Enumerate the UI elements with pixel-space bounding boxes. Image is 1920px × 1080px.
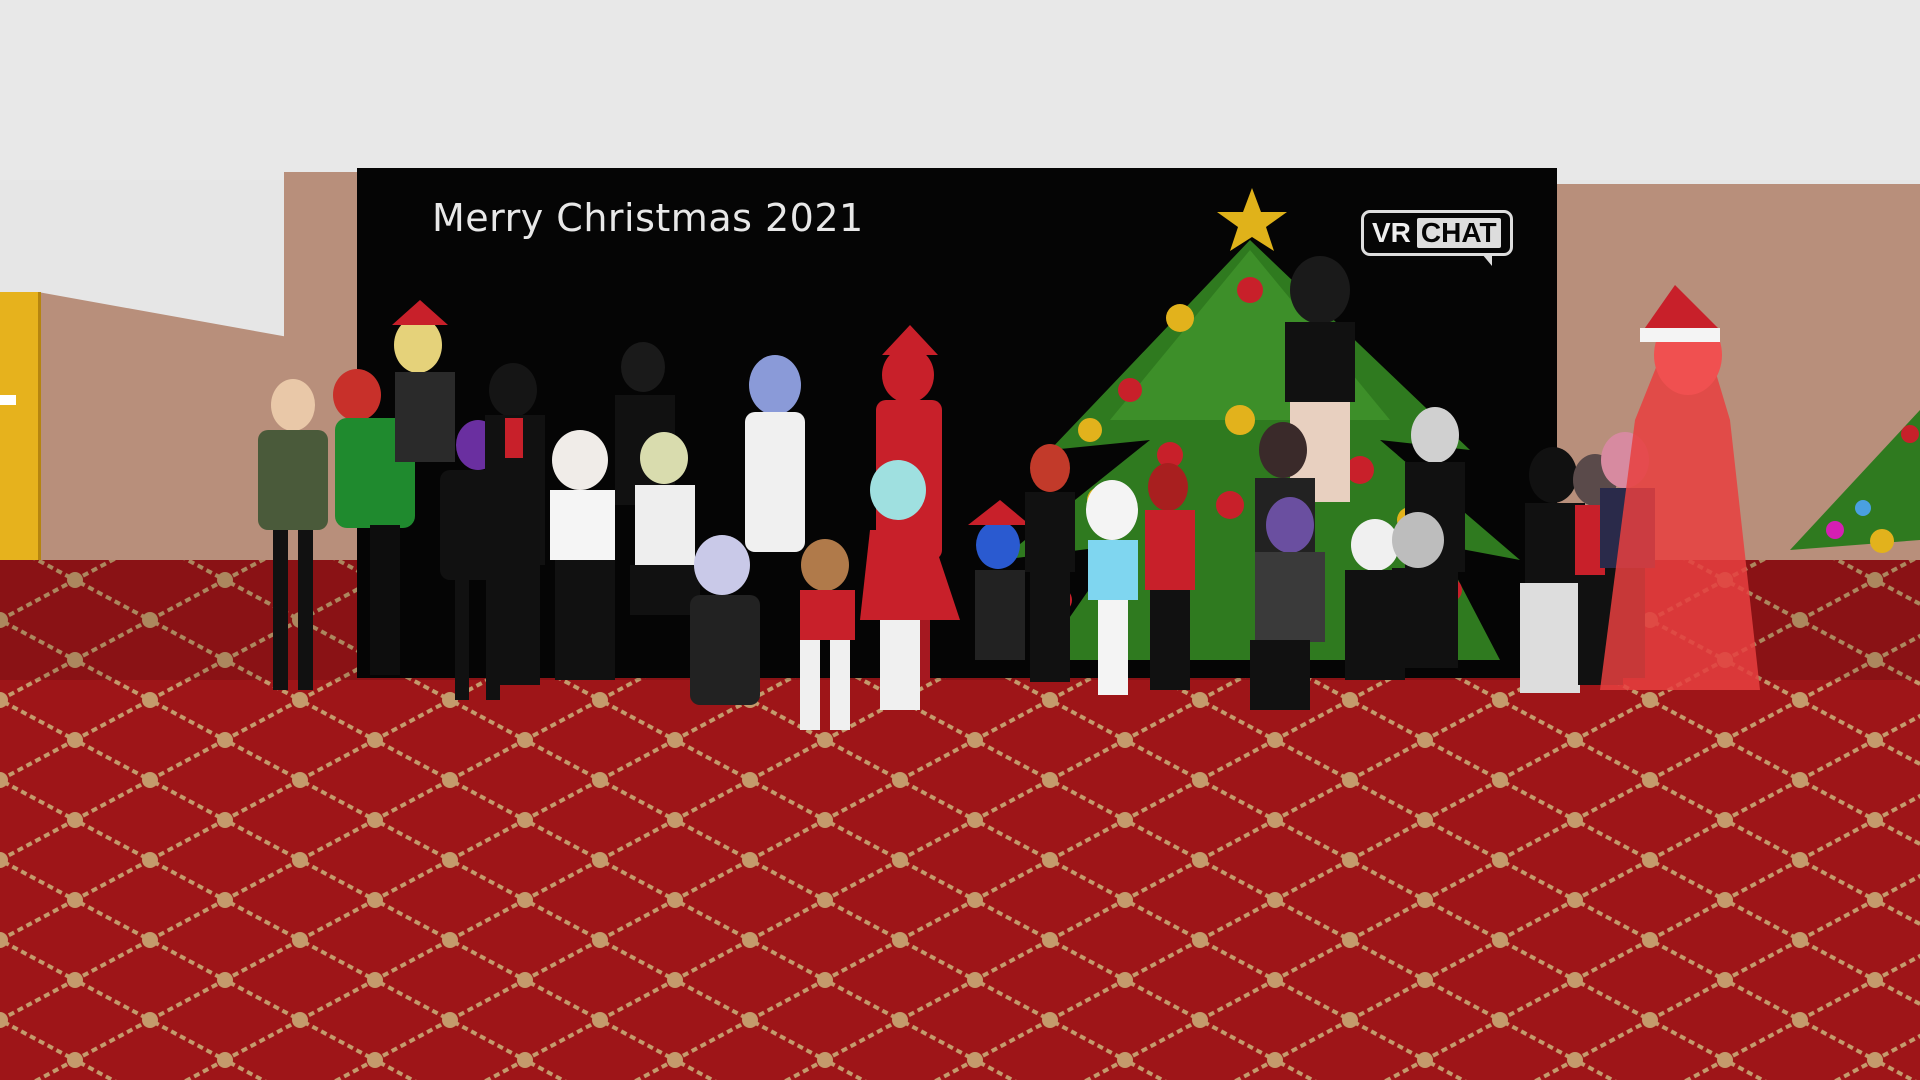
avatar (860, 460, 960, 710)
avatar (550, 430, 615, 680)
star-icon (1217, 188, 1287, 251)
avatar (392, 300, 455, 462)
scene (258, 188, 1920, 730)
avatar (258, 379, 328, 690)
avatar (800, 539, 855, 730)
avatar (690, 535, 760, 705)
avatar (968, 500, 1030, 660)
side-christmas-tree (1790, 410, 1920, 553)
avatar (630, 432, 700, 615)
avatar (745, 355, 805, 552)
avatar (1086, 480, 1138, 695)
avatar-group (258, 256, 1760, 730)
avatar (1025, 444, 1075, 682)
